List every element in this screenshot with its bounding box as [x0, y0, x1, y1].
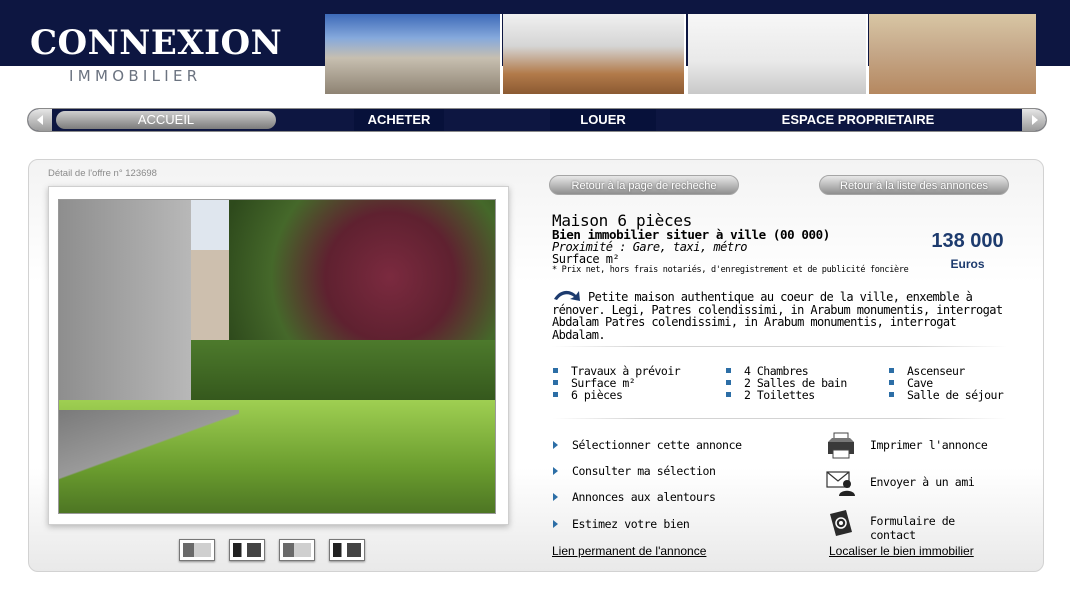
- thumbnail-image: [233, 543, 261, 557]
- price-value: 138 000: [931, 230, 1004, 252]
- meeting-photo: [503, 14, 686, 94]
- price-currency: Euros: [950, 257, 985, 271]
- back-to-search-button[interactable]: Retour à la page de recheche: [549, 175, 739, 195]
- locate-property-link[interactable]: Localiser le bien immobilier: [829, 544, 974, 558]
- property-surface: Surface m²: [552, 252, 620, 266]
- feature-item: Salle de séjour: [888, 389, 1004, 401]
- arrow-right-icon: [1032, 115, 1038, 125]
- triangle-right-icon: [553, 520, 558, 528]
- price-note: * Prix net, hors frais notariés, d'enreg…: [552, 265, 909, 275]
- feature-list: Ascenseur Cave Salle de séjour: [888, 365, 1004, 401]
- main-property-photo[interactable]: [58, 199, 496, 514]
- action-label: Consulter ma sélection: [572, 464, 716, 478]
- contact-label: Formulaire de contact: [870, 514, 955, 542]
- print-offer-button[interactable]: Imprimer l'annonce: [826, 432, 1006, 462]
- print-label: Imprimer l'annonce: [870, 438, 988, 452]
- nav-item-accueil[interactable]: ACCUEIL: [56, 111, 276, 129]
- feature-list: 4 Chambres 2 Salles de bain 2 Toilettes: [725, 365, 847, 401]
- send-to-friend-button[interactable]: Envoyer à un ami: [826, 469, 1006, 499]
- nav-item-acheter[interactable]: ACHETER: [354, 109, 444, 131]
- city-square-photo: [325, 14, 502, 94]
- send-label: Envoyer à un ami: [870, 475, 975, 489]
- triangle-right-icon: [553, 493, 558, 501]
- feature-item: 2 Toilettes: [725, 389, 847, 401]
- feature-item: Ascenseur: [888, 365, 1003, 377]
- feature-item: 6 pièces: [552, 389, 680, 401]
- property-description: Petite maison authentique au coeur de la…: [552, 290, 1003, 342]
- action-label: Sélectionner cette annonce: [572, 438, 742, 452]
- thumbnail-image: [333, 543, 361, 557]
- logo-subtitle: IMMOBILIER: [69, 67, 202, 85]
- divider: [552, 418, 1007, 419]
- nav-item-louer[interactable]: LOUER: [550, 109, 656, 131]
- arrow-left-icon: [37, 115, 43, 125]
- main-nav: ACCUEIL ACHETER LOUER ESPACE PROPRIETAIR…: [27, 108, 1047, 132]
- mail-user-icon: [826, 471, 855, 496]
- triangle-right-icon: [553, 441, 558, 449]
- contact-form-button[interactable]: Formulaire de contact: [826, 508, 1006, 542]
- logo-title[interactable]: CONNEXION: [30, 23, 282, 63]
- offer-number: Détail de l'offre n° 123698: [48, 168, 157, 179]
- divider: [552, 346, 1007, 347]
- estimate-property-link[interactable]: Estimez votre bien: [552, 516, 690, 532]
- nav-prev-button[interactable]: [28, 109, 52, 131]
- photo-thumbnail[interactable]: [229, 539, 265, 561]
- photo-thumbnail[interactable]: [329, 539, 365, 561]
- thumbnail-image: [183, 543, 211, 557]
- action-label: Estimez votre bien: [572, 517, 690, 531]
- photo-thumbnail[interactable]: [179, 539, 215, 561]
- permanent-link[interactable]: Lien permanent de l'annonce: [552, 544, 706, 558]
- photo-building-wall: [59, 200, 191, 425]
- photo-thumbnail[interactable]: [279, 539, 315, 561]
- nearby-offers-link[interactable]: Annonces aux alentours: [552, 489, 716, 505]
- triangle-right-icon: [553, 467, 558, 475]
- select-offer-link[interactable]: Sélectionner cette annonce: [552, 437, 742, 453]
- action-label: Annonces aux alentours: [572, 490, 716, 504]
- view-selection-link[interactable]: Consulter ma sélection: [552, 463, 716, 479]
- thumbnail-image: [283, 543, 311, 557]
- at-sign-icon: [830, 510, 852, 536]
- building-entrance-photo: [688, 14, 868, 94]
- printer-icon: [828, 432, 854, 459]
- back-to-list-button[interactable]: Retour à la liste des annonces: [819, 175, 1009, 195]
- photo-steps: [59, 410, 239, 513]
- team-work-photo: [869, 14, 1036, 94]
- nav-next-button[interactable]: [1022, 109, 1046, 131]
- nav-item-espace-proprietaire[interactable]: ESPACE PROPRIETAIRE: [758, 109, 958, 131]
- feature-list: Travaux à prévoir Surface m² 6 pièces: [552, 365, 681, 401]
